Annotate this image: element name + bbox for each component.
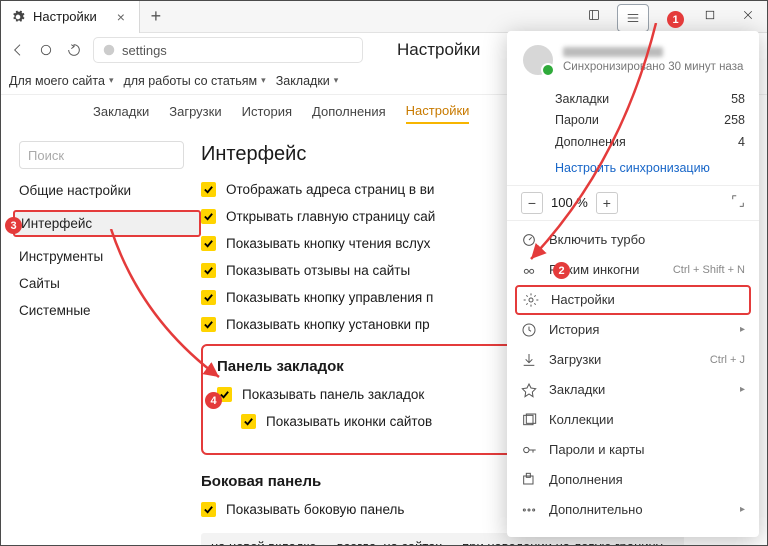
back-button[interactable]	[9, 41, 27, 59]
tab-close-icon[interactable]: ×	[117, 9, 125, 25]
gear-icon	[11, 10, 25, 24]
subtab-settings[interactable]: Настройки	[406, 103, 470, 124]
sidebar-item-tools[interactable]: Инструменты	[19, 249, 201, 264]
callout-4: 4	[205, 392, 222, 409]
bookmark-folder[interactable]: Закладки▾	[276, 74, 339, 88]
sidebar-item-sites[interactable]: Сайты	[19, 276, 201, 291]
menu-item-settings[interactable]: Настройки	[515, 285, 751, 315]
callout-1: 1	[667, 11, 684, 28]
menu-item-turbo[interactable]: Включить турбо	[507, 225, 759, 255]
url-field[interactable]: settings	[93, 37, 363, 63]
checkbox[interactable]	[201, 209, 216, 224]
subtab-history[interactable]: История	[242, 104, 292, 123]
bookmark-folder[interactable]: Для моего сайта▾	[9, 74, 113, 88]
maximize-button[interactable]	[691, 1, 729, 33]
url-text: settings	[122, 43, 167, 58]
zoom-in-button[interactable]: +	[596, 192, 618, 214]
sidebar-item-general[interactable]: Общие настройки	[19, 183, 201, 198]
sync-settings-link[interactable]: Настроить синхронизацию	[507, 157, 759, 185]
menu-item-history[interactable]: История▸	[507, 315, 759, 345]
fullscreen-icon[interactable]	[731, 194, 745, 211]
checkbox[interactable]	[201, 182, 216, 197]
sync-row[interactable]: Синхронизировано 30 минут наза	[507, 41, 759, 85]
sidebar-item-interface[interactable]: Интерфейс	[13, 210, 201, 237]
menu-item-collections[interactable]: Коллекции	[507, 405, 759, 435]
titlebar: Настройки × +	[1, 1, 767, 33]
bookmark-folder[interactable]: для работы со статьям▾	[123, 74, 265, 88]
page-title: Настройки	[397, 40, 480, 60]
subtab-bookmarks[interactable]: Закладки	[93, 104, 149, 123]
home-button[interactable]	[37, 41, 55, 59]
close-window-button[interactable]	[729, 1, 767, 33]
menu-item-bookmarks[interactable]: Закладки▸	[507, 375, 759, 405]
tab-title: Настройки	[33, 9, 97, 24]
sidebar-search[interactable]: Поиск	[19, 141, 184, 169]
subtab-downloads[interactable]: Загрузки	[169, 104, 221, 123]
sync-status: Синхронизировано 30 минут наза	[563, 61, 743, 73]
avatar	[521, 43, 555, 77]
menu-item-downloads[interactable]: ЗагрузкиCtrl + J	[507, 345, 759, 375]
menu-item-more[interactable]: Дополнительно▸	[507, 495, 759, 525]
checkbox[interactable]	[201, 263, 216, 278]
checkbox[interactable]	[201, 236, 216, 251]
sidebar-toggle-icon[interactable]	[575, 1, 613, 33]
settings-sidebar: Поиск Общие настройки Интерфейс Инструме…	[1, 131, 201, 545]
menu-item-addons[interactable]: Дополнения	[507, 465, 759, 495]
callout-3: 3	[5, 217, 22, 234]
sync-stats: Закладки58 Пароли258 Дополнения4	[507, 85, 759, 157]
checkbox[interactable]	[201, 290, 216, 305]
new-tab-button[interactable]: +	[140, 6, 172, 27]
sidebar-item-system[interactable]: Системные	[19, 303, 201, 318]
zoom-value: 100 %	[551, 195, 588, 210]
site-icon	[102, 43, 116, 57]
checkbox[interactable]	[241, 414, 256, 429]
menu-item-passwords[interactable]: Пароли и карты	[507, 435, 759, 465]
callout-2: 2	[553, 262, 570, 279]
reload-button[interactable]	[65, 41, 83, 59]
menu-item-incognito[interactable]: Режим инкогниCtrl + Shift + N	[507, 255, 759, 285]
profile-name-blur	[563, 47, 663, 57]
hamburger-menu-button[interactable]	[617, 4, 649, 32]
checkbox[interactable]	[201, 502, 216, 517]
browser-window: Настройки × + settings Настройки Для мое…	[0, 0, 768, 546]
subtab-addons[interactable]: Дополнения	[312, 104, 386, 123]
zoom-out-button[interactable]: −	[521, 192, 543, 214]
main-menu-dropdown: Синхронизировано 30 минут наза Закладки5…	[507, 31, 759, 537]
checkbox[interactable]	[201, 317, 216, 332]
zoom-row: − 100 % +	[507, 185, 759, 221]
tab-settings[interactable]: Настройки ×	[1, 1, 140, 33]
